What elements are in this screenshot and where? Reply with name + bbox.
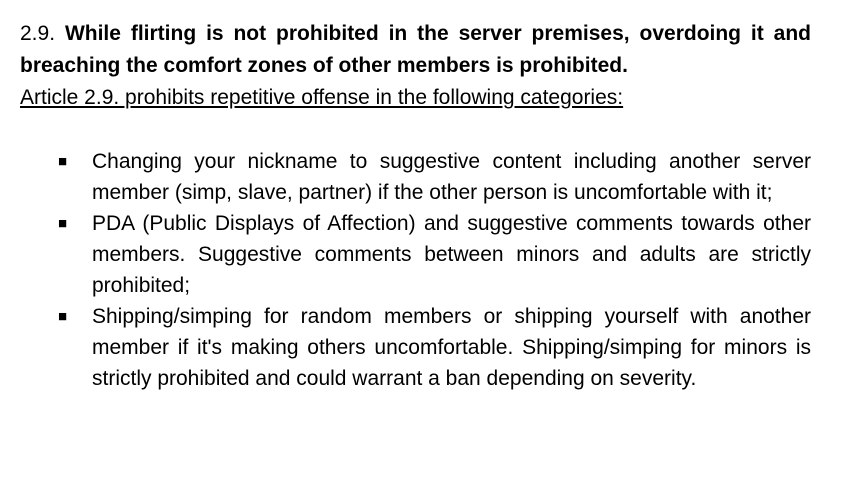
black-square-icon: ■ — [58, 308, 68, 325]
rule-category-list: ■ Changing your nickname to suggestive c… — [20, 146, 811, 394]
black-square-icon: ■ — [58, 215, 68, 232]
rule-subheading: Article 2.9. prohibits repetitive offens… — [20, 86, 624, 109]
rules-document: 2.9. While flirting is not prohibited in… — [20, 18, 811, 394]
list-item-text: Shipping/simping for random members or s… — [92, 305, 811, 390]
rule-number: 2.9. — [20, 22, 56, 45]
list-item-text: Changing your nickname to suggestive con… — [92, 150, 811, 204]
list-item: ■ Changing your nickname to suggestive c… — [20, 146, 811, 208]
list-item-text: PDA (Public Displays of Affection) and s… — [92, 212, 811, 297]
list-item: ■ PDA (Public Displays of Affection) and… — [20, 208, 811, 301]
rule-heading: While flirting is not prohibited in the … — [20, 22, 811, 77]
black-square-icon: ■ — [58, 153, 68, 170]
rule-paragraph: 2.9. While flirting is not prohibited in… — [20, 18, 811, 82]
list-item: ■ Shipping/simping for random members or… — [20, 301, 811, 394]
